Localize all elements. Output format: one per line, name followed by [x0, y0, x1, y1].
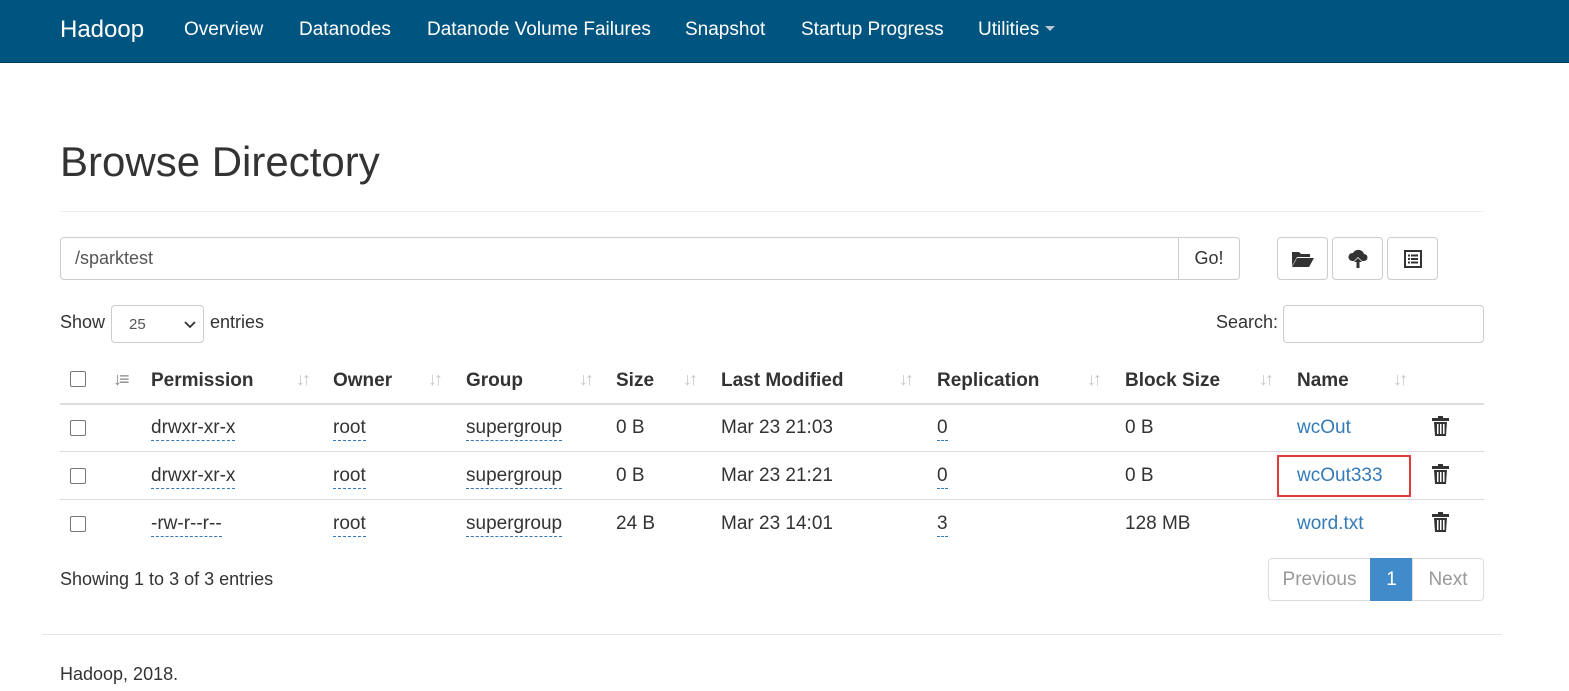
pagination-next[interactable]: Next [1412, 558, 1484, 601]
nav-datanode-volume-failures[interactable]: Datanode Volume Failures [427, 19, 651, 41]
directory-path-input[interactable]: /sparktest [60, 237, 1179, 280]
trash-icon[interactable] [1432, 512, 1449, 532]
row-permission[interactable]: drwxr-xr-x [151, 417, 236, 441]
row-name-link[interactable]: word.txt [1297, 513, 1364, 535]
row-replication[interactable]: 0 [937, 417, 948, 441]
nav-snapshot[interactable]: Snapshot [685, 19, 765, 41]
sort-both-icon[interactable]: ↓↑ [579, 369, 594, 390]
nav-overview[interactable]: Overview [184, 19, 263, 41]
sort-both-icon[interactable]: ↓↑ [1393, 369, 1408, 390]
page-title: Browse Directory [60, 138, 380, 185]
sort-both-icon[interactable]: ↓↑ [899, 369, 914, 390]
row-size: 0 B [616, 465, 645, 486]
list-alt-icon [1403, 249, 1422, 268]
footer-text: Hadoop, 2018. [60, 664, 179, 684]
sort-both-icon[interactable]: ↓↑ [1087, 369, 1102, 390]
nav-utilities-label: Utilities [978, 19, 1040, 40]
row-replication[interactable]: 3 [937, 513, 948, 537]
search-input[interactable] [1283, 305, 1484, 343]
row-size: 24 B [616, 513, 656, 534]
row-last-modified: Mar 23 21:03 [721, 417, 833, 438]
row-name-link[interactable]: wcOut [1297, 417, 1351, 439]
row-checkbox[interactable] [70, 468, 86, 484]
entries-label: entries [210, 312, 265, 332]
cut-paste-button[interactable] [1387, 237, 1438, 280]
sort-both-icon[interactable]: ↓↑ [428, 369, 443, 390]
row-size: 0 B [616, 417, 645, 438]
row-replication[interactable]: 0 [937, 465, 948, 489]
column-header-group[interactable]: Group [466, 370, 523, 392]
row-divider [60, 499, 1484, 500]
folder-open-icon [1291, 251, 1314, 267]
row-block-size: 0 B [1125, 465, 1154, 486]
row-group[interactable]: supergroup [466, 417, 563, 441]
column-header-owner[interactable]: Owner [333, 370, 392, 392]
cloud-upload-icon [1347, 249, 1367, 268]
row-owner[interactable]: root [333, 513, 366, 537]
go-button[interactable]: Go! [1178, 237, 1240, 280]
sort-both-icon[interactable]: ↓↑ [1259, 369, 1274, 390]
row-owner[interactable]: root [333, 465, 366, 489]
row-permission[interactable]: drwxr-xr-x [151, 465, 236, 489]
search-label: Search: [1216, 312, 1279, 332]
row-block-size: 0 B [1125, 417, 1154, 438]
upload-files-button[interactable] [1332, 237, 1383, 280]
row-last-modified: Mar 23 21:21 [721, 465, 833, 486]
chevron-down-icon [184, 321, 196, 329]
highlight-box [1277, 455, 1411, 497]
footer-divider [42, 634, 1502, 635]
trash-icon[interactable] [1432, 416, 1449, 436]
caret-down-icon [1045, 26, 1056, 32]
create-directory-button[interactable] [1277, 237, 1328, 280]
nav-datanodes[interactable]: Datanodes [299, 19, 391, 41]
navbar: Hadoop Overview Datanodes Datanode Volum… [0, 0, 1569, 63]
pagination-previous[interactable]: Previous [1268, 558, 1371, 601]
column-header-block-size[interactable]: Block Size [1125, 370, 1220, 392]
trash-icon[interactable] [1432, 464, 1449, 484]
pagination-page-1[interactable]: 1 [1370, 558, 1413, 601]
row-group[interactable]: supergroup [466, 513, 563, 537]
row-permission[interactable]: -rw-r--r-- [151, 513, 222, 537]
sort-both-icon[interactable]: ↓↑ [683, 369, 698, 390]
column-header-replication[interactable]: Replication [937, 370, 1039, 392]
sort-both-icon[interactable]: ↓↑ [296, 369, 311, 390]
column-header-last-modified[interactable]: Last Modified [721, 370, 843, 392]
sort-asc-icon[interactable]: ↓≡ [113, 369, 129, 390]
row-block-size: 128 MB [1125, 513, 1191, 534]
row-owner[interactable]: root [333, 417, 366, 441]
navbar-brand[interactable]: Hadoop [60, 16, 144, 44]
row-checkbox[interactable] [70, 516, 86, 532]
entries-per-page-value: 25 [129, 316, 146, 333]
nav-startup-progress[interactable]: Startup Progress [801, 19, 944, 41]
row-group[interactable]: supergroup [466, 465, 563, 489]
table-info: Showing 1 to 3 of 3 entries [60, 569, 274, 589]
row-last-modified: Mar 23 14:01 [721, 513, 833, 534]
show-label: Show [60, 312, 106, 332]
table-header-divider [60, 403, 1484, 405]
entries-per-page-select[interactable]: 25 [111, 305, 204, 343]
select-all-checkbox[interactable] [70, 371, 86, 387]
row-checkbox[interactable] [70, 420, 86, 436]
title-divider [60, 211, 1484, 212]
nav-utilities-dropdown[interactable]: Utilities [978, 19, 1056, 41]
column-header-name[interactable]: Name [1297, 370, 1349, 392]
column-header-permission[interactable]: Permission [151, 370, 253, 392]
row-divider [60, 451, 1484, 452]
column-header-size[interactable]: Size [616, 370, 654, 392]
